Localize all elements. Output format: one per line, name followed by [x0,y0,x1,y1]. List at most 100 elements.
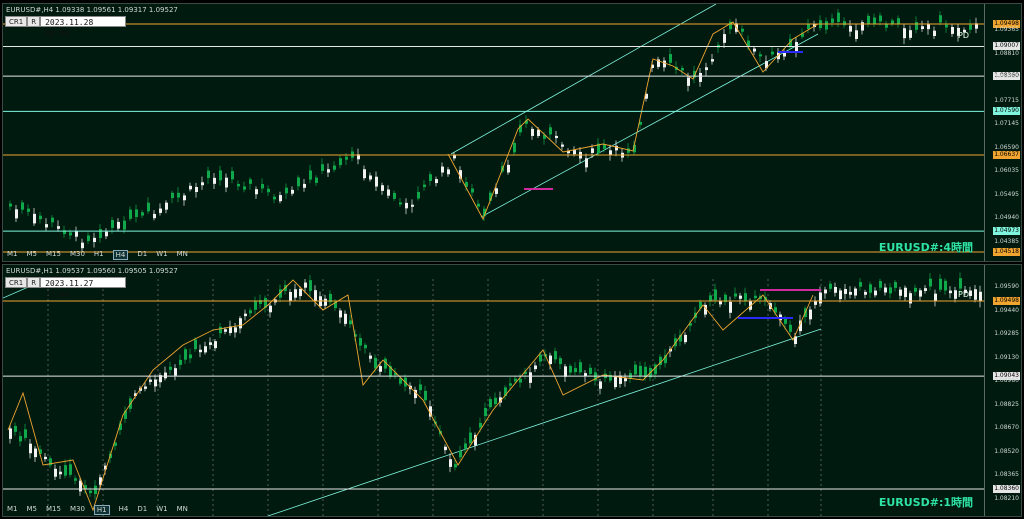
timeframe-m30[interactable]: M30 [70,505,85,515]
price-axis[interactable]: 1.09498 1.09043 1.08360 1.09590 1.09440 1.092… [984,265,1021,516]
candle-body [459,451,462,458]
candle-body [807,24,810,30]
h4-price-chart[interactable] [3,4,987,261]
candle-body [819,292,822,304]
candle-body [839,290,842,300]
candle-body [549,127,552,135]
price-tick: 1.07715 [994,96,1019,104]
timeframe-m5[interactable]: M5 [27,250,38,260]
candle-body [789,324,792,332]
timeframe-h4[interactable]: H4 [112,250,129,260]
candle-body [165,202,168,210]
timeframe-w1[interactable]: W1 [156,250,167,260]
h1-price-chart[interactable] [3,265,987,516]
candle-body [141,212,144,216]
candle-body [309,280,312,291]
trend-line-0 [267,328,822,516]
candle-body [867,15,870,24]
candle-body [753,48,756,52]
candle-body [837,12,840,22]
candle-body [891,20,894,24]
candle-body [129,209,132,219]
candle-body [864,291,867,295]
candle-body [477,203,480,207]
candle-body [309,170,312,180]
timeframe-m1[interactable]: M1 [7,505,18,515]
date-input[interactable]: 2023.11.28 00:00 [40,16,127,38]
timeframe-w1[interactable]: W1 [156,505,167,515]
candle-body [919,290,922,297]
candle-body [509,383,512,386]
timeframe-h1[interactable]: H1 [94,250,104,260]
candle-body [744,293,747,302]
candle-body [831,18,834,23]
candle-body [29,443,32,454]
symbol-info: EURUSD#,H4 1.09338 1.09561 1.09317 1.095… [6,6,178,14]
r-button[interactable]: R [27,16,41,27]
candle-body [899,289,902,296]
candle-body [834,286,837,293]
candle-body [239,318,242,329]
candle-body [681,67,684,71]
candle-body [57,226,60,229]
candle-body [225,177,228,188]
candle-body [339,158,342,166]
candle-body [149,379,152,382]
candle-body [273,196,276,200]
timeframe-h1[interactable]: H1 [93,505,110,515]
candle-body [555,135,558,139]
candle-body [93,237,96,243]
timeframe-mn[interactable]: MN [177,250,188,260]
price-tick: 1.07145 [994,120,1019,127]
candle-body [89,490,92,494]
candle-body [489,399,492,408]
candle-body [387,189,390,196]
candle-body [449,459,452,467]
timeframe-m5[interactable]: M5 [27,505,38,515]
candle-body [219,326,222,334]
candle-body [94,485,97,495]
candle-body [915,22,918,30]
candle-body [614,376,617,388]
candle-body [453,155,456,159]
candle-body [554,351,557,360]
timeframe-d1[interactable]: D1 [137,250,147,260]
timeframe-m15[interactable]: M15 [46,505,61,515]
candle-body [825,21,828,30]
level-1.04973-label: 1.04973 [993,227,1020,236]
timeframe-m1[interactable]: M1 [7,250,18,260]
candle-body [939,15,942,23]
candle-body [304,282,307,288]
h1-chart-panel[interactable]: EURUSD#,H1 1.09537 1.09560 1.09505 1.095… [2,264,1022,517]
price-axis[interactable]: 1.09498 1.09007 1.08360 1.07590 1.06637 1.049… [984,4,1021,261]
candle-body [573,150,576,155]
level-1.07590-label: 1.07590 [993,107,1020,116]
candle-body [363,169,366,179]
price-tick: 1.08670 [994,424,1019,431]
chart-title: EURUSD#:1時間 [878,496,973,509]
candle-body [959,278,962,289]
candle-body [87,235,90,241]
candle-body [364,344,367,349]
candle-body [869,284,872,293]
candle-body [531,128,534,136]
h4-chart-panel[interactable]: EURUSD#,H4 1.09338 1.09561 1.09317 1.095… [2,3,1022,262]
timeframe-h4[interactable]: H4 [119,505,129,515]
timeframe-mn[interactable]: MN [177,505,188,515]
timeframe-m30[interactable]: M30 [70,250,85,260]
candle-body [624,378,627,382]
candle-body [99,229,102,238]
candle-body [411,204,414,207]
candle-body [447,169,450,175]
candle-body [639,365,642,376]
candle-body [861,22,864,31]
timeframe-m15[interactable]: M15 [46,250,61,260]
r-button[interactable]: R [27,277,41,288]
candle-body [909,293,912,304]
cr1-button[interactable]: CR1 [5,277,28,288]
date-input[interactable]: 2023.11.27 23:00 [40,277,127,299]
candle-body [705,67,708,71]
timeframe-d1[interactable]: D1 [137,505,147,515]
candle-body [289,291,292,301]
cr1-button[interactable]: CR1 [5,16,28,27]
